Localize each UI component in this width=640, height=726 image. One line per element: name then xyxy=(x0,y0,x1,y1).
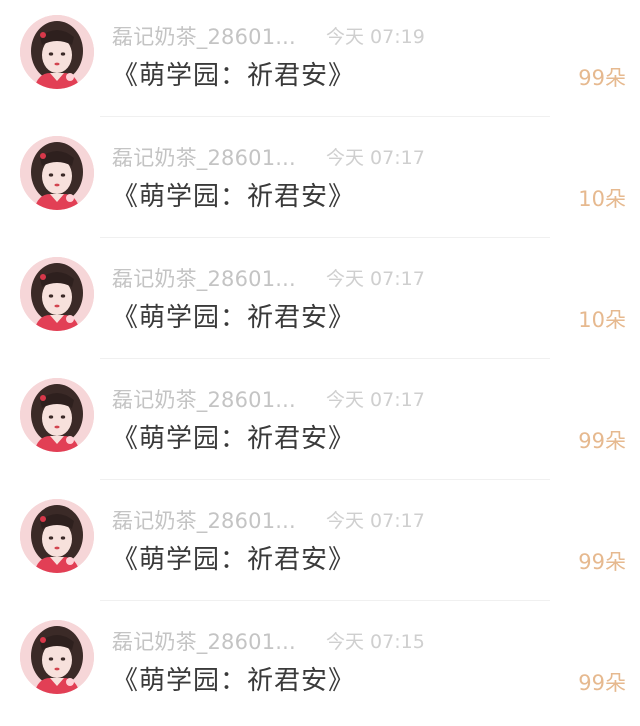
timestamp: 今天 07:17 xyxy=(326,389,425,411)
gift-amount: 10朵 xyxy=(578,308,626,332)
girl-portrait-avatar-icon xyxy=(20,620,94,694)
timestamp: 今天 07:15 xyxy=(326,631,425,653)
girl-portrait-avatar-icon xyxy=(20,499,94,573)
sender-name: 磊记奶茶_28601... xyxy=(112,388,296,412)
girl-portrait-avatar-icon xyxy=(20,136,94,210)
sender-name: 磊记奶茶_28601... xyxy=(112,630,296,654)
book-title[interactable]: 《萌学园：祈君安》 xyxy=(112,539,355,576)
girl-portrait-avatar-icon xyxy=(20,15,94,89)
sender-name: 磊记奶茶_28601... xyxy=(112,509,296,533)
book-title[interactable]: 《萌学园：祈君安》 xyxy=(112,55,355,92)
book-title[interactable]: 《萌学园：祈君安》 xyxy=(112,660,355,697)
list-item[interactable]: 磊记奶茶_28601... 今天 07:15 《萌学园：祈君安》 99朵 xyxy=(0,605,640,726)
gift-record-list: 磊记奶茶_28601... 今天 07:19 《萌学园：祈君安》 99朵 磊记奶… xyxy=(0,0,640,707)
list-item[interactable]: 磊记奶茶_28601... 今天 07:17 《萌学园：祈君安》 99朵 xyxy=(0,484,640,605)
book-title[interactable]: 《萌学园：祈君安》 xyxy=(112,176,355,213)
sender-name: 磊记奶茶_28601... xyxy=(112,267,296,291)
girl-portrait-avatar-icon xyxy=(20,257,94,331)
timestamp: 今天 07:17 xyxy=(326,510,425,532)
list-item[interactable]: 磊记奶茶_28601... 今天 07:17 《萌学园：祈君安》 10朵 xyxy=(0,242,640,363)
user-avatar[interactable] xyxy=(20,136,94,210)
timestamp: 今天 07:17 xyxy=(326,268,425,290)
timestamp: 今天 07:19 xyxy=(326,26,425,48)
user-avatar[interactable] xyxy=(20,499,94,573)
user-avatar[interactable] xyxy=(20,378,94,452)
list-item[interactable]: 磊记奶茶_28601... 今天 07:17 《萌学园：祈君安》 99朵 xyxy=(0,363,640,484)
gift-amount: 99朵 xyxy=(578,671,626,695)
gift-amount: 10朵 xyxy=(578,187,626,211)
list-item[interactable]: 磊记奶茶_28601... 今天 07:19 《萌学园：祈君安》 99朵 xyxy=(0,0,640,121)
book-title[interactable]: 《萌学园：祈君安》 xyxy=(112,297,355,334)
gift-amount: 99朵 xyxy=(578,429,626,453)
sender-name: 磊记奶茶_28601... xyxy=(112,146,296,170)
list-item[interactable]: 磊记奶茶_28601... 今天 07:17 《萌学园：祈君安》 10朵 xyxy=(0,121,640,242)
gift-amount: 99朵 xyxy=(578,550,626,574)
user-avatar[interactable] xyxy=(20,620,94,694)
girl-portrait-avatar-icon xyxy=(20,378,94,452)
user-avatar[interactable] xyxy=(20,257,94,331)
sender-name: 磊记奶茶_28601... xyxy=(112,25,296,49)
user-avatar[interactable] xyxy=(20,15,94,89)
timestamp: 今天 07:17 xyxy=(326,147,425,169)
gift-amount: 99朵 xyxy=(578,66,626,90)
book-title[interactable]: 《萌学园：祈君安》 xyxy=(112,418,355,455)
